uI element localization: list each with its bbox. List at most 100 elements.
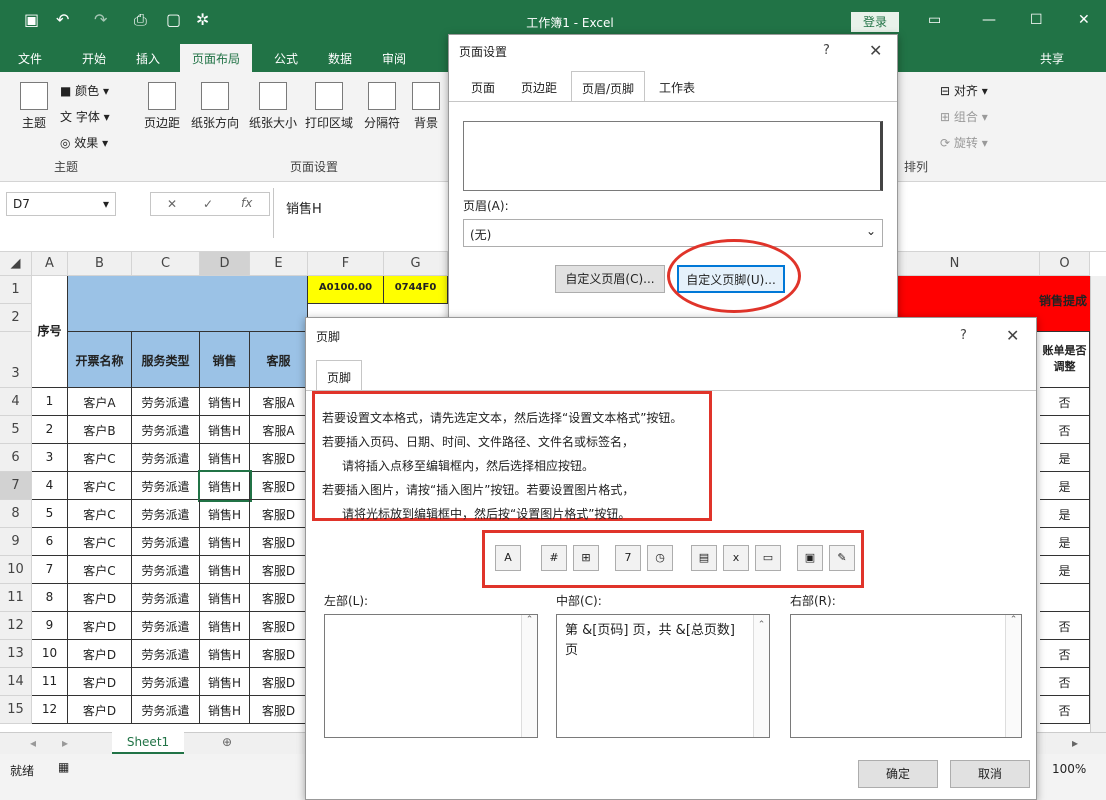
row-header[interactable]: 12 — [0, 612, 32, 640]
row-header[interactable]: 1 — [0, 276, 32, 304]
table-cell[interactable]: 销售H — [200, 528, 250, 556]
col-header-f[interactable]: F — [308, 252, 384, 276]
help-icon[interactable]: ? — [823, 43, 830, 58]
rotate-button[interactable]: ⟳ 旋转 ▾ — [940, 134, 988, 151]
table-cell[interactable]: 否 — [1040, 640, 1090, 668]
row-header[interactable]: 15 — [0, 696, 32, 724]
margins-button[interactable]: 页边距 — [140, 82, 184, 131]
table-cell[interactable]: 客服D — [250, 528, 308, 556]
cancel-icon[interactable]: ✕ — [167, 197, 177, 211]
format-picture-icon[interactable]: ✎ — [829, 545, 855, 571]
left-editor-scrollbar[interactable]: ⌃ — [521, 615, 537, 737]
table-cell[interactable]: 5 — [32, 500, 68, 528]
header-service[interactable]: 客服 — [250, 332, 308, 388]
table-cell[interactable]: 劳务派遣 — [132, 500, 200, 528]
table-cell[interactable]: 12 — [32, 696, 68, 724]
tab-sheet[interactable]: 工作表 — [649, 71, 706, 101]
prev-sheet-icon[interactable]: ◂ — [30, 736, 36, 750]
tab-file[interactable]: 文件 — [18, 50, 42, 67]
table-cell[interactable]: 否 — [1040, 388, 1090, 416]
row-header[interactable]: 5 — [0, 416, 32, 444]
row-header[interactable]: 4 — [0, 388, 32, 416]
cell-g1[interactable]: 0744F0 — [384, 276, 448, 304]
table-cell[interactable]: 11 — [32, 668, 68, 696]
table-cell[interactable]: 客服D — [250, 612, 308, 640]
tab-page[interactable]: 页面 — [461, 71, 506, 101]
redo-icon[interactable]: ↷ — [94, 10, 107, 29]
effects-button[interactable]: ◎ 效果 ▾ — [60, 134, 108, 151]
enter-icon[interactable]: ✓ — [203, 197, 213, 211]
sheet-tab-sheet1[interactable]: Sheet1 — [112, 732, 184, 754]
row-header[interactable]: 6 — [0, 444, 32, 472]
close-icon[interactable]: ✕ — [1078, 12, 1090, 28]
table-cell[interactable]: 客服D — [250, 584, 308, 612]
insert-date-icon[interactable]: 7 — [615, 545, 641, 571]
tab-review[interactable]: 审阅 — [382, 50, 406, 67]
table-cell[interactable]: 劳务派遣 — [132, 584, 200, 612]
table-cell[interactable]: 销售H — [200, 500, 250, 528]
col-header-c[interactable]: C — [132, 252, 200, 276]
table-cell[interactable]: 客户C — [68, 444, 132, 472]
table-cell[interactable]: 客户C — [68, 500, 132, 528]
table-cell[interactable]: 销售H — [200, 668, 250, 696]
save-icon[interactable]: ▣ — [24, 10, 39, 29]
tab-margins[interactable]: 页边距 — [511, 71, 568, 101]
table-cell[interactable]: 劳务派遣 — [132, 528, 200, 556]
table-cell[interactable]: 客服D — [250, 668, 308, 696]
table-cell[interactable]: 销售H — [200, 388, 250, 416]
table-cell[interactable]: 客服D — [250, 556, 308, 584]
table-cell[interactable]: 劳务派遣 — [132, 444, 200, 472]
table-cell[interactable]: 客户B — [68, 416, 132, 444]
table-cell[interactable]: 劳务派遣 — [132, 696, 200, 724]
table-cell[interactable] — [1040, 584, 1090, 612]
table-cell[interactable]: 劳务派遣 — [132, 416, 200, 444]
table-cell[interactable]: 是 — [1040, 556, 1090, 584]
table-cell[interactable]: 是 — [1040, 472, 1090, 500]
breaks-button[interactable]: 分隔符 — [360, 82, 404, 131]
table-cell[interactable]: 客户D — [68, 696, 132, 724]
format-text-icon[interactable]: A — [495, 545, 521, 571]
table-cell[interactable]: 是 — [1040, 500, 1090, 528]
row-header[interactable]: 3 — [0, 332, 32, 388]
tab-footer[interactable]: 页脚 — [316, 360, 363, 390]
insert-picture-icon[interactable]: ▣ — [797, 545, 823, 571]
maximize-icon[interactable]: ☐ — [1030, 12, 1043, 28]
table-cell[interactable]: 销售H — [198, 470, 252, 502]
table-cell[interactable]: 是 — [1040, 528, 1090, 556]
tab-page-layout[interactable]: 页面布局 — [180, 44, 253, 72]
table-cell[interactable]: 否 — [1040, 696, 1090, 724]
table-cell[interactable]: 4 — [32, 472, 68, 500]
insert-file-path-icon[interactable]: ▤ — [691, 545, 717, 571]
cell-f1[interactable]: A0100.00 — [308, 276, 384, 304]
header-bill-adjust[interactable]: 账单是否 调整 — [1040, 332, 1090, 388]
col-header-d[interactable]: D — [200, 252, 250, 276]
print-area-button[interactable]: 打印区域 — [302, 82, 356, 131]
background-button[interactable]: 背景 — [408, 82, 444, 131]
center-section-editor[interactable]: 第 &[页码] 页，共 &[总页数] 页 ⌃ — [556, 614, 770, 738]
print-preview-icon[interactable]: ⎙ — [134, 10, 147, 30]
login-button[interactable]: 登录 — [851, 12, 899, 32]
table-cell[interactable]: 劳务派遣 — [132, 640, 200, 668]
table-cell[interactable]: 销售H — [200, 444, 250, 472]
tab-formulas[interactable]: 公式 — [274, 50, 298, 67]
minimize-icon[interactable]: — — [982, 12, 996, 28]
align-button[interactable]: ⊟ 对齐 ▾ — [940, 82, 988, 99]
insert-sheet-name-icon[interactable]: ▭ — [755, 545, 781, 571]
table-cell[interactable]: 客服A — [250, 416, 308, 444]
col-header-g[interactable]: G — [384, 252, 448, 276]
table-cell[interactable]: 劳务派遣 — [132, 612, 200, 640]
header-seq[interactable]: 序号 — [32, 276, 68, 388]
insert-page-count-icon[interactable]: ⊞ — [573, 545, 599, 571]
insert-time-icon[interactable]: ◷ — [647, 545, 673, 571]
table-cell[interactable]: 2 — [32, 416, 68, 444]
table-cell[interactable]: 客户C — [68, 528, 132, 556]
tab-data[interactable]: 数据 — [328, 50, 352, 67]
tab-insert[interactable]: 插入 — [136, 50, 160, 67]
size-button[interactable]: 纸张大小 — [246, 82, 300, 131]
custom-header-button[interactable]: 自定义页眉(C)... — [555, 265, 665, 293]
orientation-button[interactable]: 纸张方向 — [188, 82, 242, 131]
vertical-scrollbar[interactable] — [1090, 276, 1106, 732]
table-cell[interactable]: 6 — [32, 528, 68, 556]
header-sales[interactable]: 销售 — [200, 332, 250, 388]
close-icon[interactable]: ✕ — [869, 41, 882, 60]
